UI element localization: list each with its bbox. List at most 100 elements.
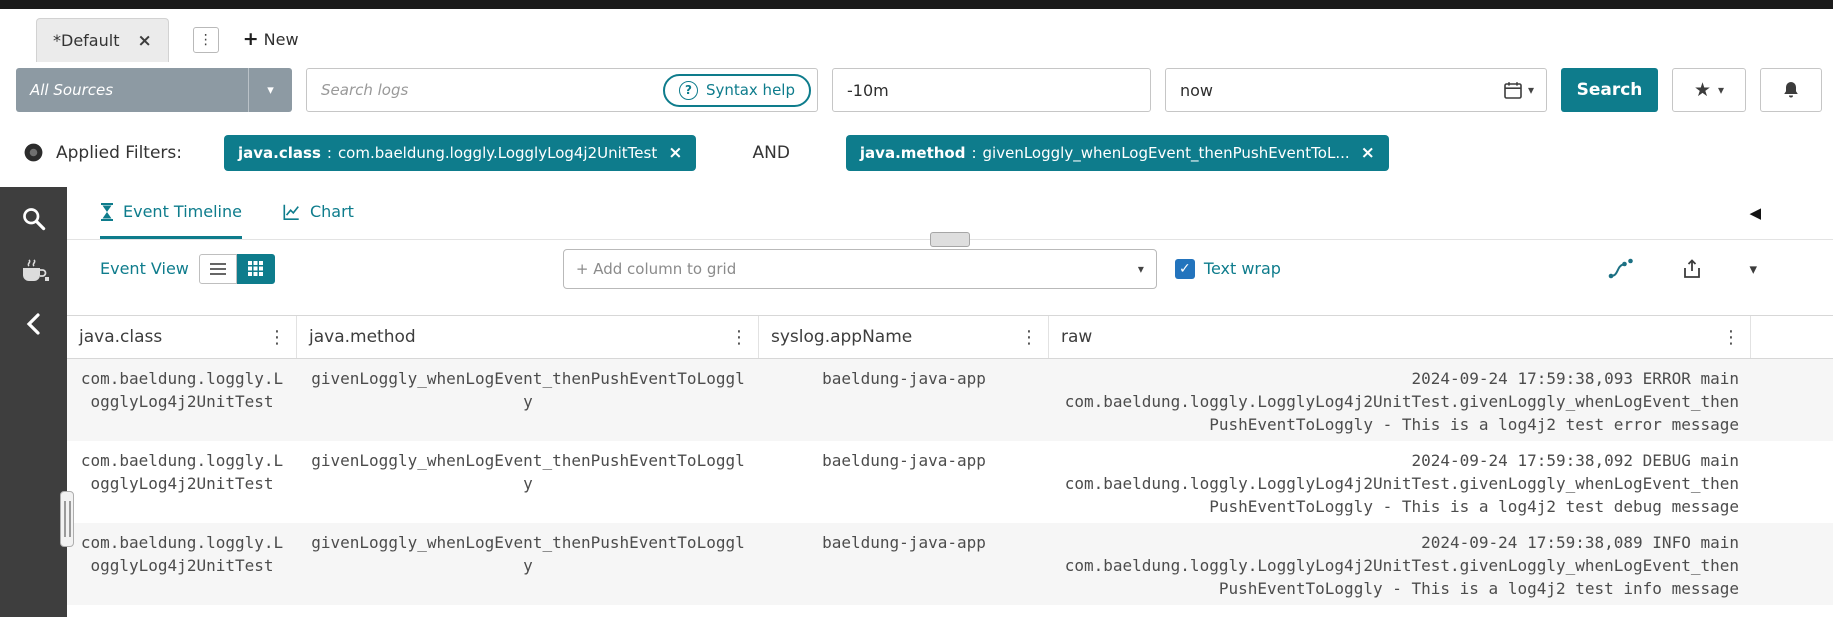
left-sidebar: [0, 187, 67, 617]
time-from-value: -10m: [847, 81, 1138, 100]
checkbox-checked-icon[interactable]: ✓: [1175, 259, 1195, 279]
events-grid: java.class ⋮ java.method ⋮ syslog.appNam…: [67, 315, 1833, 605]
filter-separator: :: [327, 144, 332, 162]
chart-icon: [282, 203, 301, 221]
time-from-input[interactable]: -10m: [832, 68, 1151, 112]
column-header-java-method[interactable]: java.method ⋮: [297, 316, 759, 358]
saved-searches-button[interactable]: ★ ▾: [1672, 68, 1746, 112]
tab-chart-label: Chart: [310, 202, 354, 221]
tab-event-timeline[interactable]: Event Timeline: [100, 187, 242, 239]
toolbar-right-icons: ▾: [1608, 257, 1833, 280]
column-menu-icon[interactable]: ⋮: [730, 327, 748, 348]
export-icon[interactable]: [1681, 258, 1703, 280]
filter-operator: AND: [752, 143, 789, 163]
java-icon[interactable]: [17, 258, 51, 286]
cell-app-name: baeldung-java-app: [759, 523, 1049, 605]
new-tab-label: New: [264, 30, 299, 49]
log-row[interactable]: com.baeldung.loggly.LogglyLog4j2UnitTest…: [67, 523, 1833, 605]
splitter-handle[interactable]: [930, 232, 970, 247]
column-label: syslog.appName: [771, 327, 912, 347]
calendar-icon[interactable]: [1503, 80, 1523, 100]
list-view-button[interactable]: [199, 254, 237, 284]
panel-resize-handle[interactable]: [60, 491, 74, 547]
hourglass-icon: [100, 203, 114, 221]
search-bar: All Sources ▾ Search logs ? Syntax help …: [0, 62, 1833, 118]
source-groups-select[interactable]: All Sources ▾: [16, 68, 292, 112]
log-row[interactable]: com.baeldung.loggly.LogglyLog4j2UnitTest…: [67, 441, 1833, 523]
text-wrap-label: Text wrap: [1204, 259, 1281, 278]
cell-java-class: com.baeldung.loggly.LogglyLog4j2UnitTest: [67, 359, 297, 441]
event-view-toolbar: Event View + Add column to grid ▾ ✓: [67, 240, 1833, 297]
search-placeholder: Search logs: [321, 81, 663, 99]
filter-chip-java-method[interactable]: java.method : givenLoggly_whenLogEvent_t…: [846, 135, 1389, 171]
plus-icon: +: [243, 28, 259, 50]
grid-icon: [248, 261, 263, 276]
add-column-placeholder: + Add column to grid: [576, 260, 736, 278]
alerts-button[interactable]: [1760, 68, 1822, 112]
column-header-syslog-appname[interactable]: syslog.appName ⋮: [759, 316, 1049, 358]
grid-header: java.class ⋮ java.method ⋮ syslog.appNam…: [67, 315, 1833, 359]
column-menu-icon[interactable]: ⋮: [1020, 327, 1038, 348]
main-panel: Event Timeline Chart ◀ Event View: [67, 187, 1833, 617]
filter-chip-java-class[interactable]: java.class : com.baeldung.loggly.LogglyL…: [224, 135, 696, 171]
question-circle-icon: ?: [679, 81, 698, 100]
close-tab-icon[interactable]: ×: [137, 31, 151, 51]
column-label: java.class: [79, 327, 162, 347]
remove-filter-icon[interactable]: ×: [1361, 143, 1375, 163]
log-row[interactable]: com.baeldung.loggly.LogglyLog4j2UnitTest…: [67, 359, 1833, 441]
cell-app-name: baeldung-java-app: [759, 359, 1049, 441]
event-view-label: Event View: [100, 259, 189, 278]
cell-java-method: givenLoggly_whenLogEvent_thenPushEventTo…: [297, 523, 759, 605]
applied-filters-label: Applied Filters:: [56, 143, 182, 163]
tab-chart[interactable]: Chart: [282, 187, 354, 239]
filter-value: com.baeldung.loggly.LogglyLog4j2UnitTest: [338, 144, 657, 162]
search-nav-icon[interactable]: [20, 205, 47, 232]
kebab-icon: ⋮: [199, 32, 213, 48]
applied-filters-bar: Applied Filters: java.class : com.baeldu…: [0, 118, 1833, 187]
cell-raw: 2024-09-24 17:59:38,089 INFO main com.ba…: [1049, 523, 1751, 605]
column-label: java.method: [309, 327, 416, 347]
column-header-raw[interactable]: raw ⋮: [1049, 316, 1751, 358]
collapse-panel-icon[interactable]: ◀: [1749, 204, 1761, 222]
filters-icon: [23, 142, 44, 163]
search-logs-input[interactable]: Search logs ? Syntax help: [306, 68, 818, 112]
chevron-down-icon: ▾: [248, 68, 292, 112]
add-column-combobox[interactable]: + Add column to grid ▾: [563, 249, 1157, 289]
search-button[interactable]: Search: [1561, 68, 1658, 112]
source-groups-value: All Sources: [16, 81, 248, 99]
chevron-down-icon[interactable]: ▾: [1749, 260, 1757, 278]
syntax-help-label: Syntax help: [706, 81, 795, 99]
column-label: raw: [1061, 327, 1092, 347]
filter-field: java.class: [238, 144, 321, 162]
cell-filler: [1751, 523, 1833, 605]
cell-java-method: givenLoggly_whenLogEvent_thenPushEventTo…: [297, 359, 759, 441]
cell-filler: [1751, 359, 1833, 441]
time-to-input[interactable]: now ▾: [1165, 68, 1547, 112]
cell-java-method: givenLoggly_whenLogEvent_thenPushEventTo…: [297, 441, 759, 523]
list-icon: [210, 263, 226, 275]
remove-filter-icon[interactable]: ×: [668, 143, 682, 163]
analyze-icon[interactable]: [1608, 257, 1635, 280]
column-menu-icon[interactable]: ⋮: [268, 327, 286, 348]
new-tab-button[interactable]: + New: [243, 28, 299, 50]
workspace-tab-label: *Default: [53, 31, 119, 50]
cell-java-class: com.baeldung.loggly.LogglyLog4j2UnitTest: [67, 441, 297, 523]
syntax-help-button[interactable]: ? Syntax help: [663, 74, 811, 107]
cell-app-name: baeldung-java-app: [759, 441, 1049, 523]
top-strip: [0, 0, 1833, 9]
column-header-filler: [1751, 316, 1833, 358]
chevron-left-icon[interactable]: [25, 312, 42, 336]
loggly-app: *Default × ⋮ + New All Sources ▾ Search …: [0, 0, 1833, 617]
cell-raw: 2024-09-24 17:59:38,093 ERROR main com.b…: [1049, 359, 1751, 441]
chevron-down-icon[interactable]: ▾: [1528, 83, 1534, 97]
workspace-tab-default[interactable]: *Default ×: [36, 18, 169, 62]
bell-icon: [1781, 80, 1801, 101]
filter-value: givenLoggly_whenLogEvent_thenPushEventTo…: [983, 144, 1350, 162]
grid-view-button[interactable]: [237, 254, 275, 284]
text-wrap-checkbox[interactable]: ✓ Text wrap: [1175, 259, 1281, 279]
filter-field: java.method: [860, 144, 966, 162]
tab-menu-button[interactable]: ⋮: [193, 27, 219, 53]
column-header-java-class[interactable]: java.class ⋮: [67, 316, 297, 358]
tab-event-timeline-label: Event Timeline: [123, 202, 242, 221]
column-menu-icon[interactable]: ⋮: [1722, 327, 1740, 348]
